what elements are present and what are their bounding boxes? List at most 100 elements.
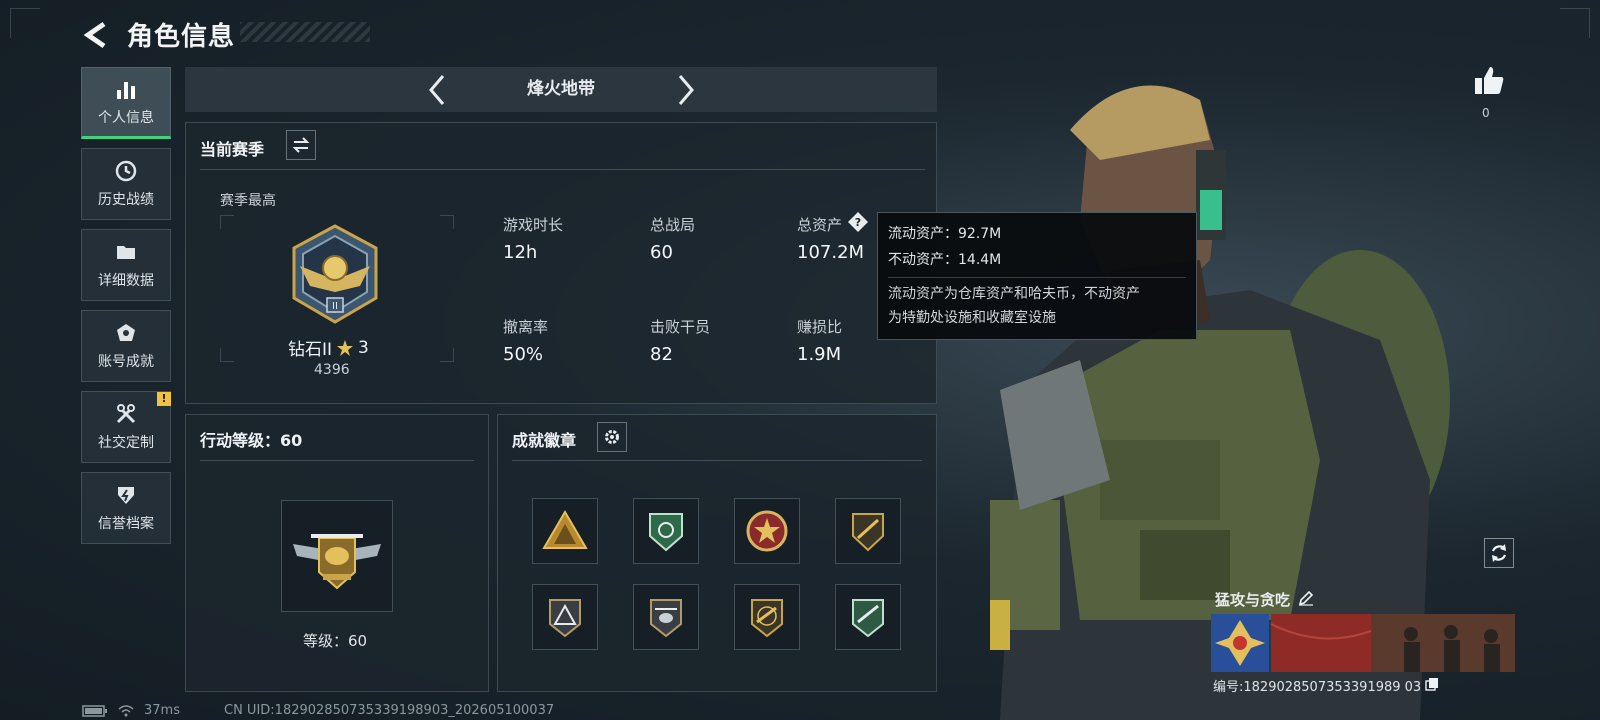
ping-value: 37ms [144, 703, 180, 718]
bar-chart-icon [114, 77, 138, 101]
helicopter-badge-icon [650, 599, 682, 638]
nav-item-reputation[interactable]: 信誉档案 [81, 472, 171, 544]
rank-stars: 3 [358, 337, 369, 358]
svg-text:II: II [332, 301, 338, 312]
frame-corner [440, 215, 454, 229]
season-switch-button[interactable] [286, 130, 316, 160]
name-card-id-text: 编号:1829028507353391989 03 [1213, 680, 1422, 695]
divider [200, 169, 925, 170]
achievement-badge[interactable] [633, 498, 699, 564]
edit-name-button[interactable] [1298, 590, 1314, 610]
title-decoration [240, 22, 370, 42]
action-level-emblem-frame [281, 500, 393, 612]
chevron-right-icon [678, 75, 694, 105]
help-icon: ? [848, 212, 868, 232]
divider [888, 277, 1186, 278]
achievement-badge[interactable] [532, 498, 598, 564]
stat-value-total-assets: 107.2M [797, 242, 865, 263]
green-shield-badge-icon [649, 513, 683, 552]
name-card-id: 编号:1829028507353391989 03 [1213, 676, 1439, 695]
achievement-badge[interactable] [835, 498, 901, 564]
assets-tooltip: 流动资产：92.7M 不动资产：14.4M 流动资产为仓库资产和哈夫币，不动资产… [877, 212, 1197, 340]
like-button[interactable] [1472, 64, 1506, 102]
tooltip-desc-line: 流动资产为仓库资产和哈夫币，不动资产 [888, 286, 1140, 302]
tooltip-desc-line: 为特勤处设施和收藏室设施 [888, 310, 1056, 326]
clock-icon [114, 159, 138, 183]
tooltip-liquid-assets: 流动资产：92.7M [888, 226, 1002, 242]
stat-value-extract-rate: 50% [503, 344, 544, 365]
battery-icon [82, 704, 107, 717]
stat-value-playtime: 12h [503, 242, 538, 263]
stat-value-kills: 82 [650, 344, 673, 365]
mountain-badge-icon [542, 510, 588, 549]
shield-icon [114, 483, 138, 507]
rank-points: 4396 [314, 362, 350, 378]
rank-emblem-icon: II [282, 222, 388, 332]
gear-icon [605, 430, 619, 444]
frame-corner [10, 8, 40, 38]
mode-next-button[interactable] [674, 72, 698, 112]
svg-text:?: ? [855, 216, 861, 229]
nav-item-history[interactable]: 历史战绩 [81, 148, 171, 220]
nav-item-profile[interactable]: 个人信息 [81, 67, 171, 139]
back-arrow-icon [83, 21, 106, 49]
frame-corner [440, 348, 454, 362]
achievement-badge[interactable] [532, 584, 598, 650]
stat-label-kills: 击败干员 [650, 318, 711, 336]
nav-label: 详细数据 [98, 273, 154, 289]
season-title: 当前赛季 [200, 140, 265, 159]
stat-label-matches: 总战局 [650, 216, 696, 234]
rifle-badge-icon [852, 513, 884, 552]
thumbs-up-icon [1475, 67, 1504, 94]
nav-label: 个人信息 [98, 110, 154, 126]
mode-name: 烽火地带 [527, 79, 595, 99]
achievement-badge[interactable] [835, 584, 901, 650]
stat-value-profit: 1.9M [797, 344, 842, 365]
refresh-button[interactable] [1484, 538, 1514, 568]
uid-text: CN UID:182902850735339198903_20260510003… [224, 703, 555, 718]
tooltip-fixed-assets: 不动资产：14.4M [888, 252, 1002, 268]
triangle-badge-icon [549, 599, 581, 638]
achievement-badge[interactable] [734, 584, 800, 650]
divider [200, 460, 474, 461]
star-icon [337, 339, 354, 356]
action-level-label: 等级：60 [303, 632, 368, 650]
swap-arrows-icon [292, 137, 310, 153]
divider [512, 460, 922, 461]
achievement-badge[interactable] [734, 498, 800, 564]
name-card-name: 猛攻与贪吃 [1215, 591, 1291, 609]
name-card-title: 猛攻与贪吃 [1215, 589, 1314, 610]
nav-item-achievements[interactable]: 账号成就 [81, 310, 171, 382]
action-level-title: 行动等级：60 [200, 431, 303, 450]
notification-badge: ! [157, 392, 171, 406]
frame-corner [220, 348, 234, 362]
stat-label-total-assets: 总资产 [797, 216, 843, 234]
nav-label: 历史战绩 [98, 192, 154, 208]
rank-label: 钻石II 3 [288, 335, 369, 361]
refresh-icon [1491, 544, 1507, 562]
page-title: 角色信息 [127, 22, 236, 52]
copy-icon [1425, 677, 1439, 691]
nav-label: 信誉档案 [98, 516, 154, 532]
tools-icon [114, 402, 138, 426]
nav-item-details[interactable]: 详细数据 [81, 229, 171, 301]
nav-label: 账号成就 [98, 354, 154, 370]
achievements-title: 成就徽章 [512, 431, 577, 450]
stat-label-playtime: 游戏时长 [503, 216, 564, 234]
helicopter-emblem-icon [293, 534, 381, 590]
folder-icon [114, 240, 138, 264]
stat-label-profit: 赚损比 [797, 318, 843, 336]
frame-corner [1560, 8, 1590, 38]
green-rifle-badge-icon [852, 599, 884, 638]
achievements-settings-button[interactable] [597, 422, 627, 452]
back-button[interactable] [82, 20, 112, 50]
name-card-image[interactable] [1211, 609, 1515, 672]
gun-badge-icon [751, 599, 783, 638]
achievement-badge[interactable] [633, 584, 699, 650]
stat-label-extract-rate: 撤离率 [503, 318, 549, 336]
pencil-icon [1298, 590, 1314, 606]
medal-icon [114, 321, 138, 345]
assets-help-button[interactable]: ? [847, 211, 869, 233]
wifi-icon [118, 704, 134, 716]
copy-id-button[interactable] [1425, 677, 1439, 695]
